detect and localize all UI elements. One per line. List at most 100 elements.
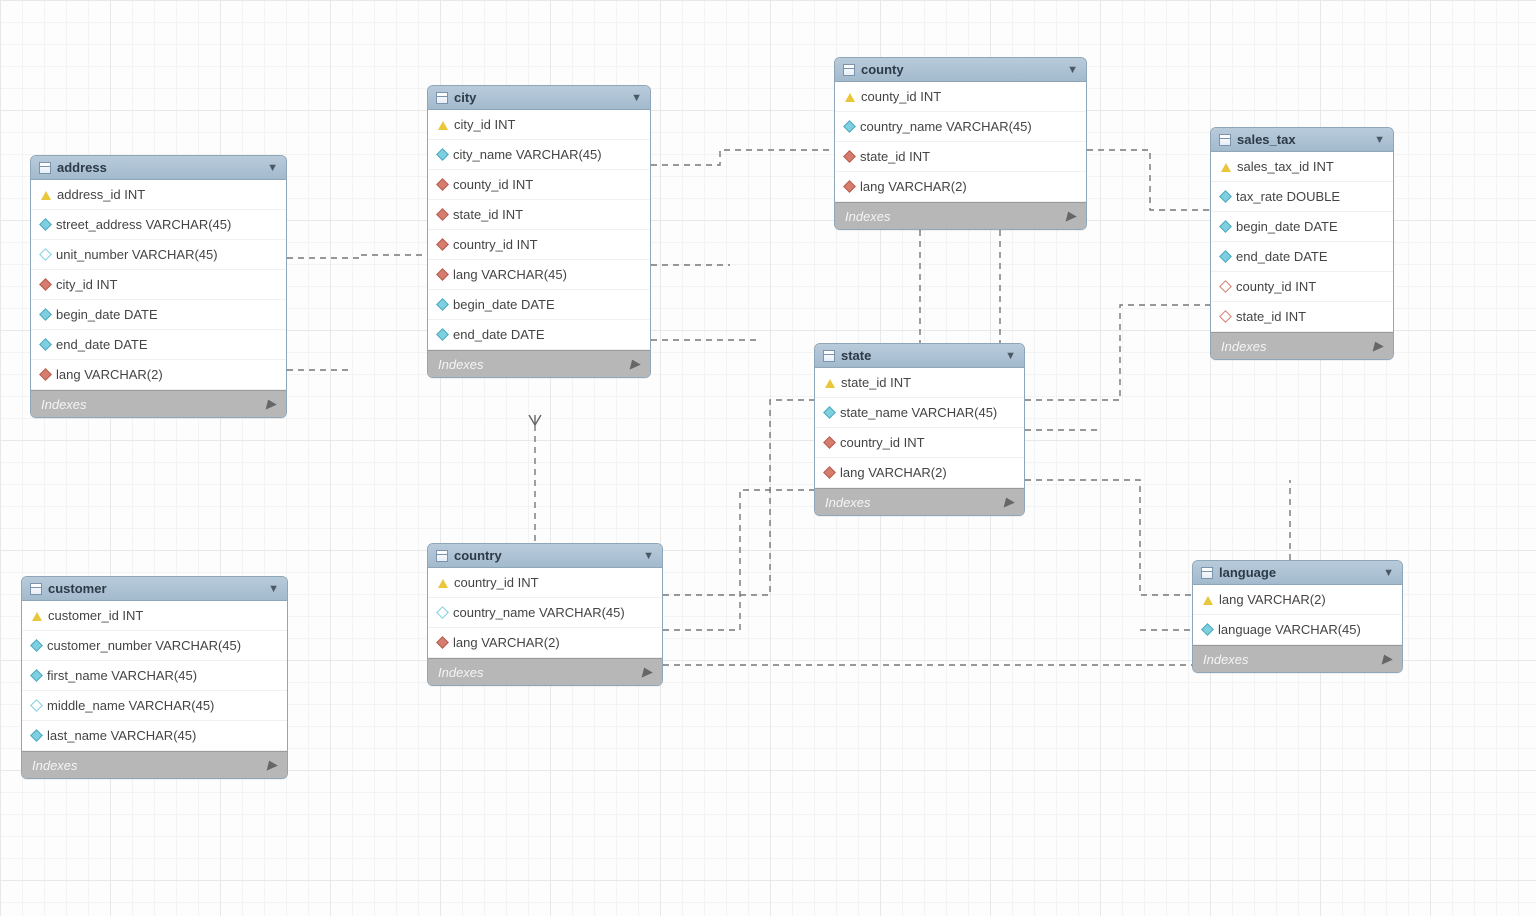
column-row[interactable]: county_id INT	[428, 170, 650, 200]
column-row[interactable]: end_date DATE	[428, 320, 650, 350]
indexes-section[interactable]: Indexes▶	[835, 202, 1086, 229]
column-label: state_id INT	[841, 375, 911, 390]
column-type-icon	[436, 606, 449, 619]
indexes-section[interactable]: Indexes▶	[22, 751, 287, 778]
column-row[interactable]: begin_date DATE	[1211, 212, 1393, 242]
column-label: language VARCHAR(45)	[1218, 622, 1361, 637]
indexes-section[interactable]: Indexes▶	[1211, 332, 1393, 359]
table-county[interactable]: county▼ county_id INT country_name VARCHAR…	[834, 57, 1087, 230]
column-row[interactable]: sales_tax_id INT	[1211, 152, 1393, 182]
column-row[interactable]: end_date DATE	[31, 330, 286, 360]
column-type-icon	[39, 278, 52, 291]
column-row[interactable]: country_id INT	[428, 230, 650, 260]
indexes-section[interactable]: Indexes▶	[1193, 645, 1402, 672]
table-header[interactable]: sales_tax▼	[1211, 128, 1393, 152]
column-label: county_id INT	[861, 89, 941, 104]
collapse-icon[interactable]: ▼	[643, 550, 654, 562]
expand-icon: ▶	[1382, 651, 1392, 667]
table-header[interactable]: customer ▼	[22, 577, 287, 601]
table-header[interactable]: address▼	[31, 156, 286, 180]
column-row[interactable]: lang VARCHAR(2)	[1193, 585, 1402, 615]
table-address[interactable]: address▼ address_id INT street_address VAR…	[30, 155, 287, 418]
column-row[interactable]: lang VARCHAR(2)	[31, 360, 286, 390]
column-type-icon	[436, 268, 449, 281]
column-row[interactable]: customer_id INT	[22, 601, 287, 631]
table-header[interactable]: language▼	[1193, 561, 1402, 585]
column-label: state_name VARCHAR(45)	[840, 405, 997, 420]
column-label: customer_id INT	[48, 608, 143, 623]
column-row[interactable]: country_name VARCHAR(45)	[835, 112, 1086, 142]
column-row[interactable]: unit_number VARCHAR(45)	[31, 240, 286, 270]
indexes-section[interactable]: Indexes▶	[428, 350, 650, 377]
table-state[interactable]: state▼ state_id INT state_name VARCHAR(45)…	[814, 343, 1025, 516]
column-row[interactable]: state_id INT	[835, 142, 1086, 172]
column-type-icon	[436, 238, 449, 251]
table-sales_tax[interactable]: sales_tax▼sales_tax_id INTtax_rate DOUBL…	[1210, 127, 1394, 360]
collapse-icon[interactable]: ▼	[1383, 567, 1394, 579]
column-row[interactable]: customer_number VARCHAR(45)	[22, 631, 287, 661]
column-type-icon	[436, 328, 449, 341]
column-row[interactable]: last_name VARCHAR(45)	[22, 721, 287, 751]
table-title: country	[454, 548, 637, 563]
collapse-icon[interactable]: ▼	[268, 583, 279, 595]
column-type-icon	[30, 669, 43, 682]
column-label: state_id INT	[860, 149, 930, 164]
column-row[interactable]: end_date DATE	[1211, 242, 1393, 272]
collapse-icon[interactable]: ▼	[1067, 64, 1078, 76]
column-row[interactable]: begin_date DATE	[428, 290, 650, 320]
column-row[interactable]: lang VARCHAR(45)	[428, 260, 650, 290]
column-type-icon	[1219, 250, 1232, 263]
column-row[interactable]: country_id INT	[815, 428, 1024, 458]
indexes-label: Indexes	[1221, 339, 1267, 354]
column-row[interactable]: city_id INT	[428, 110, 650, 140]
indexes-section[interactable]: Indexes▶	[31, 390, 286, 417]
column-label: country_name VARCHAR(45)	[860, 119, 1032, 134]
column-row[interactable]: lang VARCHAR(2)	[815, 458, 1024, 488]
table-language[interactable]: language▼lang VARCHAR(2) language VARCHAR…	[1192, 560, 1403, 673]
column-label: address_id INT	[57, 187, 145, 202]
primary-key-icon	[1203, 596, 1213, 605]
column-label: lang VARCHAR(2)	[840, 465, 947, 480]
collapse-icon[interactable]: ▼	[631, 92, 642, 104]
column-row[interactable]: state_id INT	[815, 368, 1024, 398]
table-city[interactable]: city▼city_id INTcity_name VARCHAR(45)cou…	[427, 85, 651, 378]
table-country[interactable]: country ▼ country_id INTcountry_name VARCH…	[427, 543, 663, 686]
table-header[interactable]: county▼	[835, 58, 1086, 82]
column-row[interactable]: city_name VARCHAR(45)	[428, 140, 650, 170]
column-row[interactable]: county_id INT	[1211, 272, 1393, 302]
column-row[interactable]: country_name VARCHAR(45)	[428, 598, 662, 628]
column-row[interactable]: county_id INT	[835, 82, 1086, 112]
column-row[interactable]: country_id INT	[428, 568, 662, 598]
column-type-icon	[823, 406, 836, 419]
expand-icon: ▶	[1004, 494, 1014, 510]
column-label: county_id INT	[1236, 279, 1316, 294]
collapse-icon[interactable]: ▼	[1374, 134, 1385, 146]
column-row[interactable]: lang VARCHAR(2)	[835, 172, 1086, 202]
table-customer[interactable]: customer ▼ customer_id INT customer_number …	[21, 576, 288, 779]
column-type-icon	[1219, 190, 1232, 203]
column-row[interactable]: begin_date DATE	[31, 300, 286, 330]
column-row[interactable]: state_id INT	[428, 200, 650, 230]
column-row[interactable]: state_name VARCHAR(45)	[815, 398, 1024, 428]
table-header[interactable]: state▼	[815, 344, 1024, 368]
collapse-icon[interactable]: ▼	[267, 162, 278, 174]
column-row[interactable]: lang VARCHAR(2)	[428, 628, 662, 658]
indexes-section[interactable]: Indexes▶	[428, 658, 662, 685]
table-header[interactable]: city▼	[428, 86, 650, 110]
column-row[interactable]: middle_name VARCHAR(45)	[22, 691, 287, 721]
column-row[interactable]: first_name VARCHAR(45)	[22, 661, 287, 691]
table-icon	[436, 550, 448, 562]
column-type-icon	[436, 636, 449, 649]
column-row[interactable]: state_id INT	[1211, 302, 1393, 332]
primary-key-icon	[41, 191, 51, 200]
table-title: customer	[48, 581, 262, 596]
column-row[interactable]: language VARCHAR(45)	[1193, 615, 1402, 645]
indexes-section[interactable]: Indexes▶	[815, 488, 1024, 515]
column-row[interactable]: tax_rate DOUBLE	[1211, 182, 1393, 212]
collapse-icon[interactable]: ▼	[1005, 350, 1016, 362]
column-row[interactable]: city_id INT	[31, 270, 286, 300]
column-row[interactable]: street_address VARCHAR(45)	[31, 210, 286, 240]
column-row[interactable]: address_id INT	[31, 180, 286, 210]
primary-key-icon	[438, 579, 448, 588]
table-header[interactable]: country ▼	[428, 544, 662, 568]
